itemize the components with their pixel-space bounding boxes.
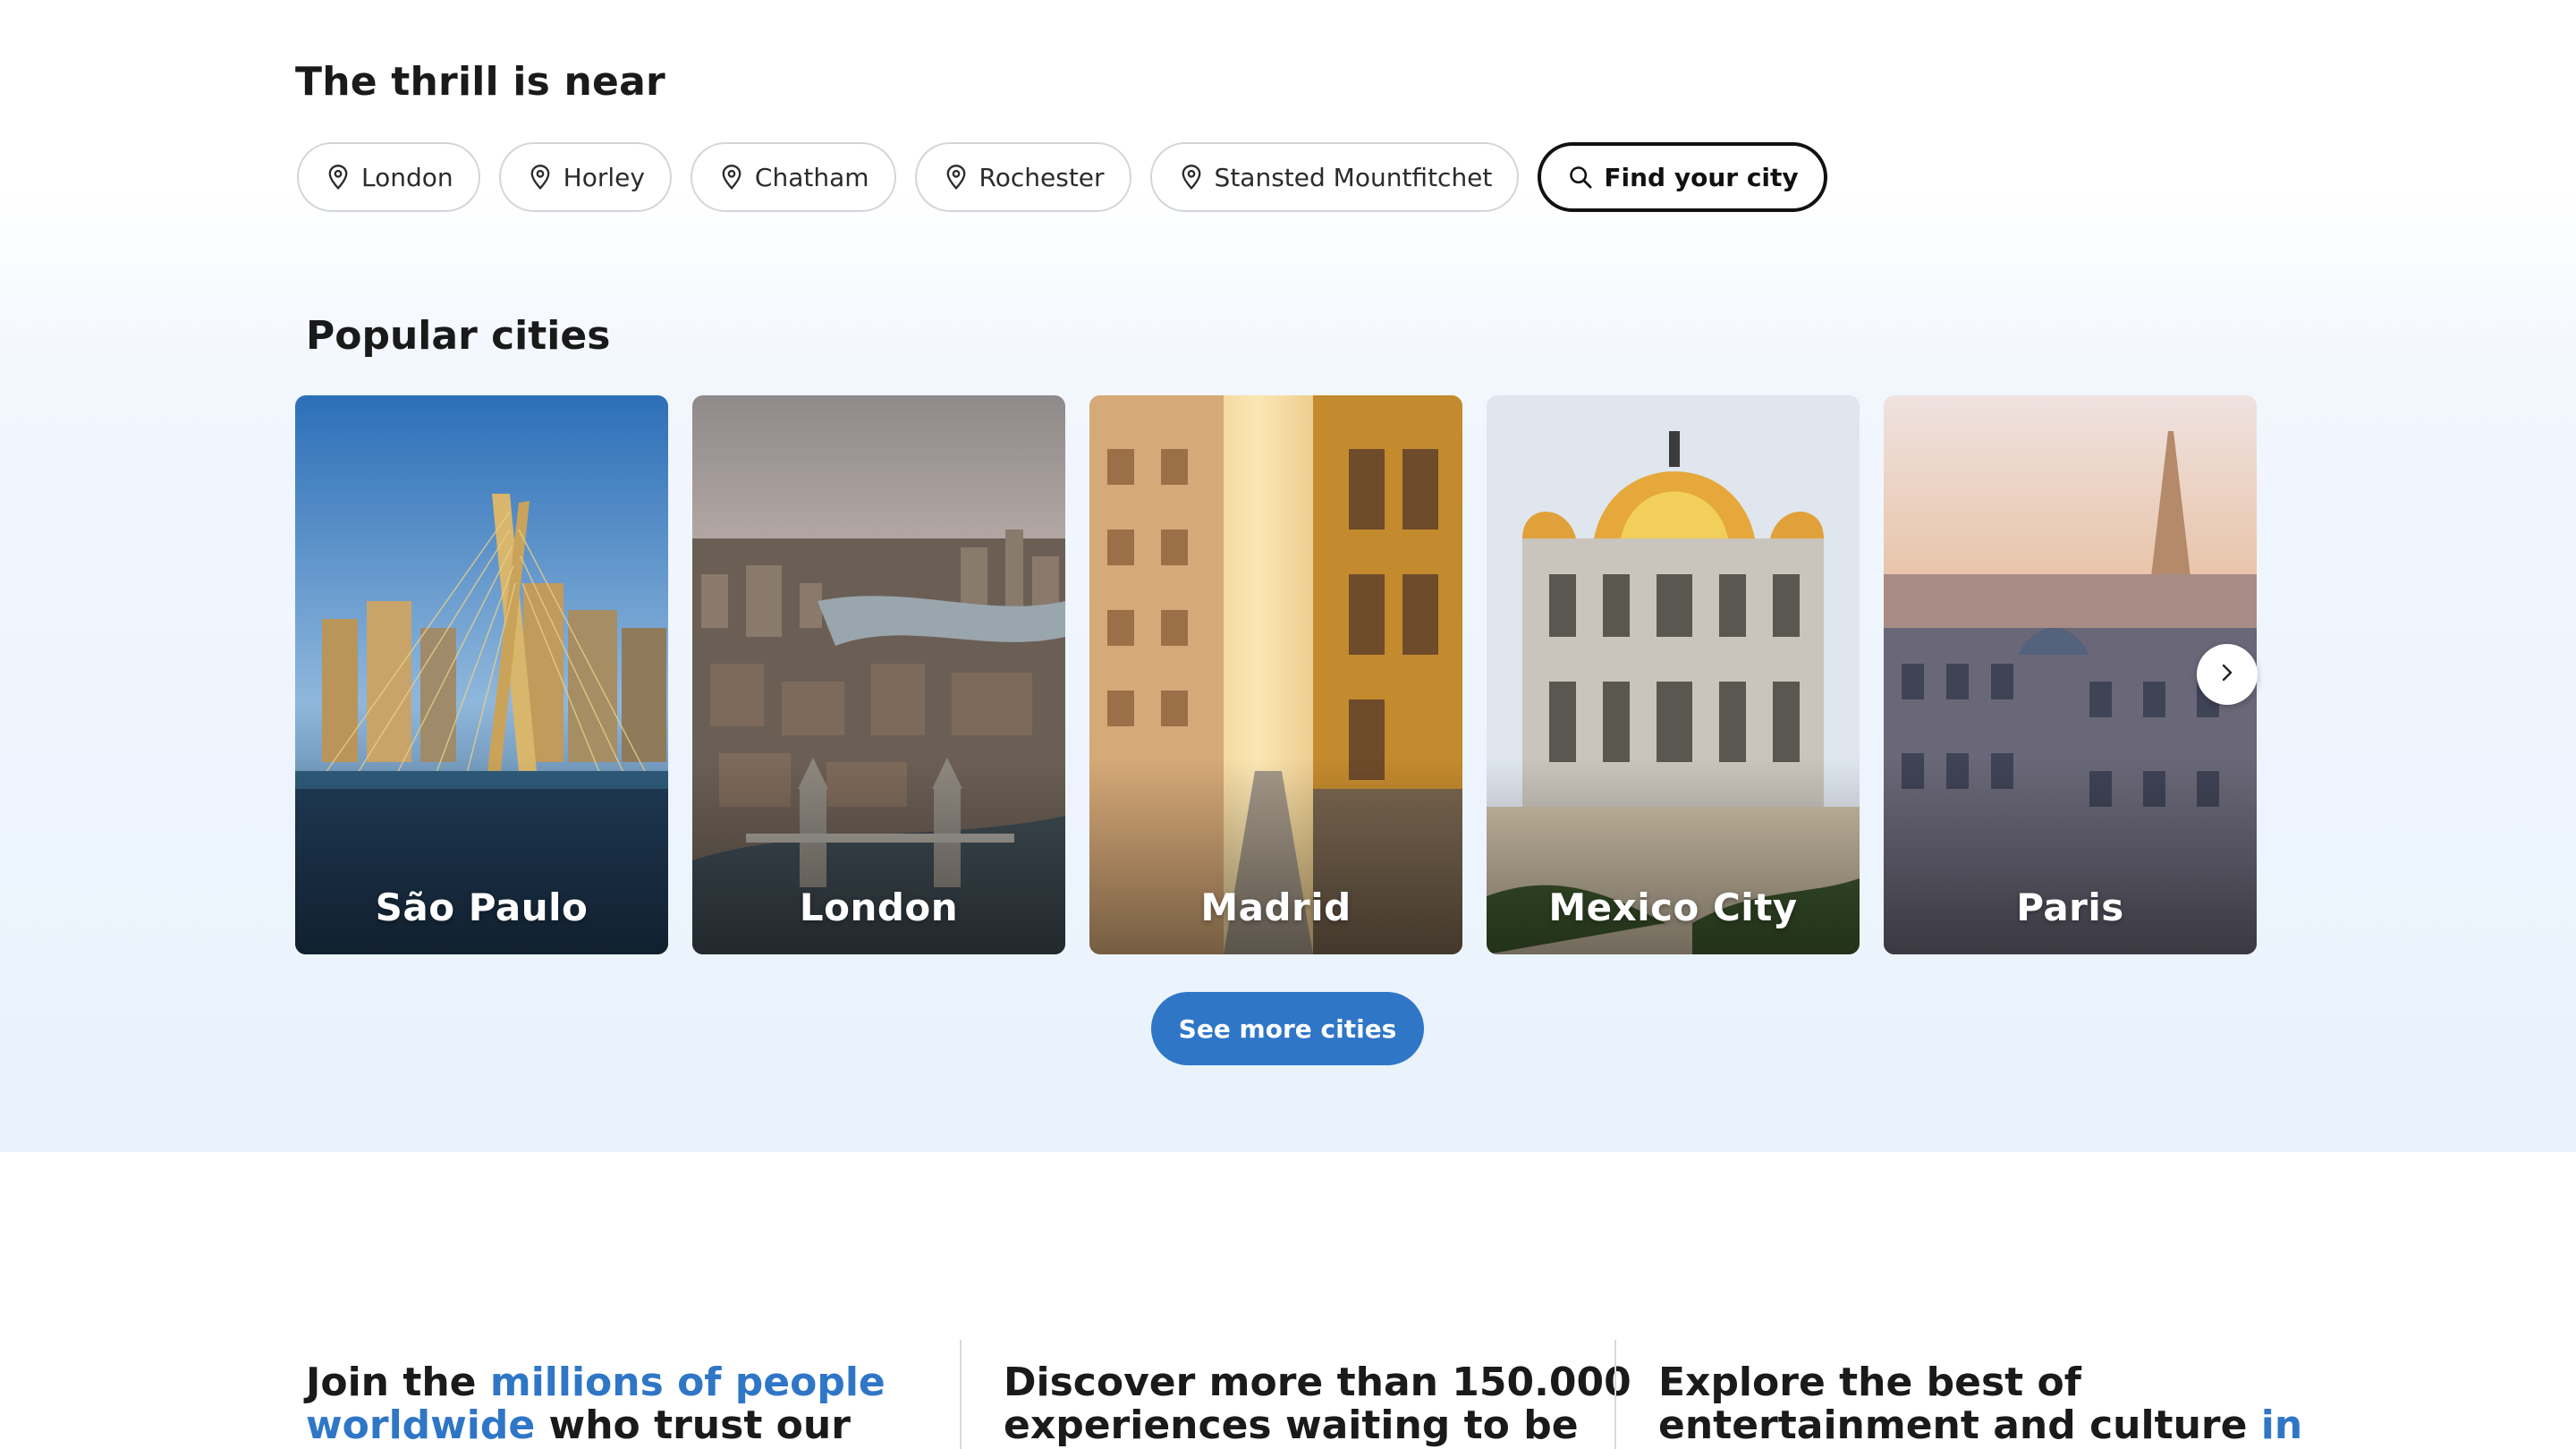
- map-pin-icon: [326, 164, 351, 191]
- find-your-city-label: Find your city: [1604, 162, 1799, 192]
- chip-horley[interactable]: Horley: [498, 142, 672, 212]
- map-pin-icon: [944, 164, 969, 191]
- city-card-madrid[interactable]: Madrid: [1089, 395, 1462, 954]
- city-card-sao-paulo[interactable]: São Paulo: [295, 395, 668, 954]
- stat-experiences: Discover more than 150.000 experiences w…: [1004, 1360, 1631, 1448]
- chip-london[interactable]: London: [297, 142, 480, 212]
- chip-rochester[interactable]: Rochester: [914, 142, 1131, 212]
- section-title-popular: Popular cities: [306, 313, 611, 359]
- city-card-name: Madrid: [1200, 886, 1352, 929]
- divider: [1614, 1340, 1616, 1449]
- stats-section: Join the millions of people worldwide wh…: [0, 1340, 2576, 1449]
- city-card-mexico-city[interactable]: Mexico City: [1487, 395, 1860, 954]
- nearby-city-chips: London Horley Chatham Rochester Stansted…: [297, 142, 1827, 212]
- search-icon: [1568, 164, 1593, 191]
- carousel-next-button[interactable]: [2197, 644, 2258, 705]
- popular-cities-carousel: São Paulo London Madrid Mexico City Pari…: [295, 395, 2258, 954]
- section-title-near: The thrill is near: [295, 59, 665, 105]
- chip-label: Chatham: [754, 162, 869, 192]
- see-more-cities-button[interactable]: See more cities: [1151, 992, 1424, 1065]
- map-pin-icon: [528, 164, 553, 191]
- city-card-name: Paris: [2016, 886, 2124, 929]
- map-pin-icon: [719, 164, 744, 191]
- chip-label: Horley: [563, 162, 645, 192]
- stat-users: Join the millions of people worldwide wh…: [306, 1360, 886, 1448]
- find-your-city-button[interactable]: Find your city: [1538, 142, 1827, 212]
- chip-label: London: [361, 162, 453, 192]
- chip-label: Stansted Mountfitchet: [1214, 162, 1493, 192]
- map-pin-icon: [1179, 164, 1204, 191]
- city-card-london[interactable]: London: [692, 395, 1065, 954]
- city-card-name: London: [799, 886, 959, 929]
- chevron-right-icon: [2216, 662, 2238, 687]
- city-card-name: São Paulo: [375, 886, 589, 929]
- chip-stansted-mountfitchet[interactable]: Stansted Mountfitchet: [1149, 142, 1520, 212]
- stat-entertainment: Explore the best of entertainment and cu…: [1658, 1360, 2303, 1448]
- chip-chatham[interactable]: Chatham: [690, 142, 896, 212]
- divider: [960, 1340, 962, 1449]
- chip-label: Rochester: [979, 162, 1105, 192]
- city-card-name: Mexico City: [1548, 886, 1798, 929]
